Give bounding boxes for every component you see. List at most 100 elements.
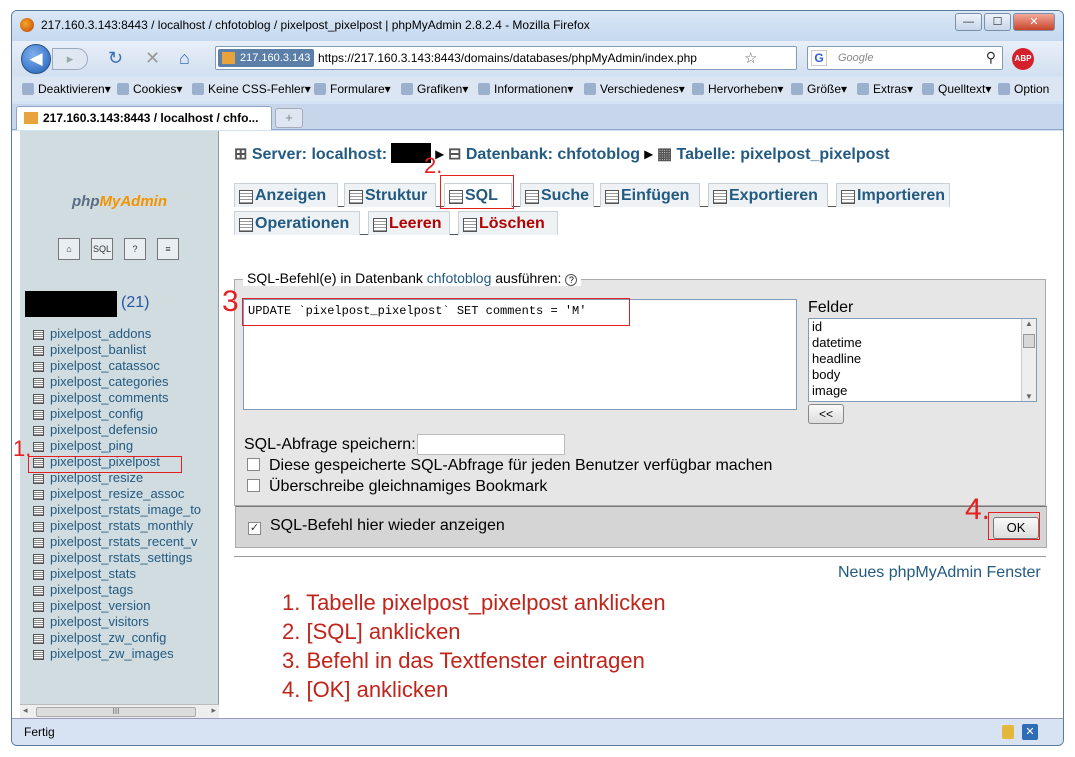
table-link[interactable]: pixelpost_ping — [30, 438, 219, 454]
bm-quelltext[interactable]: Quelltext▾ — [922, 82, 991, 96]
query-window-icon[interactable]: ≡ — [157, 238, 179, 260]
scroll-down-icon[interactable]: ▼ — [1025, 392, 1033, 401]
breadcrumb-db[interactable]: Datenbank: chfotoblog — [466, 146, 640, 163]
bm-verschiedenes[interactable]: Verschiedenes▾ — [584, 82, 685, 96]
docs-icon[interactable]: ? — [124, 238, 146, 260]
search-icon[interactable]: ⚲ — [986, 49, 996, 66]
extension-icon[interactable]: ✕ — [1022, 724, 1038, 740]
table-link[interactable]: pixelpost_catassoc — [30, 358, 219, 374]
tab-operationen[interactable]: Operationen — [234, 211, 360, 235]
tab-struktur[interactable]: Struktur — [344, 183, 436, 207]
table-link[interactable]: pixelpost_tags — [30, 582, 219, 598]
bm-formulare[interactable]: Formulare▾ — [314, 82, 391, 96]
forward-button[interactable]: ▸ — [52, 48, 88, 70]
table-link[interactable]: pixelpost_addons — [30, 326, 219, 342]
field-option[interactable]: headline — [809, 351, 1036, 367]
save-query-input[interactable] — [417, 434, 565, 455]
bm-option[interactable]: Option — [998, 82, 1049, 96]
field-option[interactable]: image — [809, 383, 1036, 399]
bm-extras[interactable]: Extras▾ — [857, 82, 913, 96]
site-identity-badge[interactable]: 217.160.3.143 — [218, 49, 315, 67]
table-link[interactable]: pixelpost_banlist — [30, 342, 219, 358]
instruction-step: 2. [SQL] anklicken — [282, 619, 461, 644]
back-button[interactable]: ◀ — [21, 44, 51, 74]
scroll-up-icon[interactable]: ▲ — [1025, 319, 1033, 328]
close-button[interactable]: ✕ — [1013, 13, 1055, 31]
table-link[interactable]: pixelpost_rstats_monthly — [30, 518, 219, 534]
lock-icon[interactable] — [1002, 725, 1014, 739]
left-scrollbar[interactable]: ◂ III ▸ — [20, 704, 219, 718]
tab-loeschen[interactable]: Löschen — [458, 211, 558, 235]
home-icon[interactable]: ⌂ — [179, 49, 190, 67]
help-icon[interactable]: ? — [565, 274, 578, 286]
public-bookmark-row: Diese gespeicherte SQL-Abfrage für jeden… — [247, 457, 772, 475]
overwrite-bookmark-checkbox[interactable] — [247, 479, 260, 492]
redacted-db-name[interactable] — [25, 291, 117, 317]
bm-hervorheben[interactable]: Hervorheben▾ — [692, 82, 783, 96]
scroll-right-icon[interactable]: ▸ — [211, 705, 216, 716]
table-link[interactable]: pixelpost_zw_config — [30, 630, 219, 646]
bm-informationen[interactable]: Informationen▾ — [478, 82, 573, 96]
fields-scrollbar[interactable]: ▲ ▼ — [1021, 319, 1036, 401]
bm-groesse[interactable]: Größe▾ — [791, 82, 847, 96]
search-bar[interactable]: G Google ⚲ — [807, 46, 1003, 70]
home-icon[interactable]: ⌂ — [58, 238, 80, 260]
table-link[interactable]: pixelpost_categories — [30, 374, 219, 390]
adblock-icon[interactable]: ABP — [1012, 48, 1034, 70]
table-link[interactable]: pixelpost_version — [30, 598, 219, 614]
reload-icon[interactable]: ↻ — [108, 49, 123, 67]
tab-leeren[interactable]: Leeren — [368, 211, 450, 235]
new-tab-button[interactable]: + — [275, 108, 303, 128]
fields-scroll-thumb[interactable] — [1023, 334, 1035, 348]
search-placeholder[interactable]: Google — [838, 52, 873, 64]
table-link[interactable]: pixelpost_stats — [30, 566, 219, 582]
table-link[interactable]: pixelpost_visitors — [30, 614, 219, 630]
sql-icon[interactable]: SQL — [91, 238, 113, 260]
scroll-left-icon[interactable]: ◂ — [23, 705, 28, 716]
minimize-button[interactable]: — — [955, 13, 982, 31]
scroll-thumb[interactable]: III — [36, 707, 196, 717]
tab-suche[interactable]: Suche — [520, 183, 594, 207]
public-bookmark-checkbox[interactable] — [247, 458, 260, 471]
tab-einfuegen[interactable]: Einfügen — [600, 183, 700, 207]
database-icon: ⊟ — [447, 146, 462, 163]
breadcrumb-table[interactable]: Tabelle: pixelpost_pixelpost — [677, 146, 890, 163]
google-icon[interactable]: G — [811, 50, 827, 66]
table-link[interactable]: pixelpost_rstats_image_to — [30, 502, 219, 518]
table-link[interactable]: pixelpost_zw_images — [30, 646, 219, 662]
bm-cookies[interactable]: Cookies▾ — [117, 82, 182, 96]
table-link[interactable]: pixelpost_rstats_recent_v — [30, 534, 219, 550]
field-option[interactable]: body — [809, 367, 1036, 383]
bm-css[interactable]: Keine CSS-Fehler▾ — [192, 82, 311, 96]
insert-field-button[interactable]: << — [808, 404, 844, 424]
url-text[interactable]: https://217.160.3.143:8443/domains/datab… — [318, 51, 697, 65]
table-link[interactable]: pixelpost_resize_assoc — [30, 486, 219, 502]
bm-grafiken[interactable]: Grafiken▾ — [401, 82, 468, 96]
show-again-checkbox[interactable]: ✓ — [248, 522, 261, 535]
table-link[interactable]: pixelpost_defensio — [30, 422, 219, 438]
bookmark-star-icon[interactable]: ☆ — [744, 49, 757, 67]
fields-listbox[interactable]: id datetime headline body image ▲ ▼ — [808, 318, 1037, 402]
table-link[interactable]: pixelpost_rstats_settings — [30, 550, 219, 566]
new-window-link[interactable]: Neues phpMyAdmin Fenster — [838, 564, 1041, 582]
field-option[interactable]: datetime — [809, 335, 1036, 351]
tab-anzeigen[interactable]: Anzeigen — [234, 183, 338, 207]
table-link[interactable]: pixelpost_config — [30, 406, 219, 422]
maximize-button[interactable]: ☐ — [984, 13, 1011, 31]
tab-exportieren[interactable]: Exportieren — [708, 183, 828, 207]
legend-db-link[interactable]: chfotoblog — [427, 270, 492, 286]
title-bar: 217.160.3.143:8443 / localhost / chfotob… — [12, 11, 1063, 41]
tab-importieren[interactable]: Importieren — [836, 183, 950, 207]
table-link[interactable]: pixelpost_comments — [30, 390, 219, 406]
field-option[interactable]: id — [809, 319, 1036, 335]
breadcrumb-server[interactable]: Server: localhost: — [252, 146, 387, 163]
tab-row-1: Anzeigen Struktur SQL Suche Einfügen Exp… — [234, 183, 950, 207]
table-icon: ▦ — [656, 146, 673, 163]
url-bar[interactable]: 217.160.3.143 https://217.160.3.143:8443… — [215, 46, 797, 70]
bm-deaktivieren[interactable]: Deaktivieren▾ — [22, 82, 111, 96]
save-query-label: SQL-Abfrage speichern: — [244, 436, 416, 453]
phpmyadmin-logo[interactable]: phpMyAdmin — [20, 193, 219, 210]
annotation-box-4 — [988, 512, 1040, 540]
browser-tab[interactable]: 217.160.3.143:8443 / localhost / chfo... — [16, 106, 272, 130]
stop-icon[interactable]: ✕ — [145, 49, 160, 67]
